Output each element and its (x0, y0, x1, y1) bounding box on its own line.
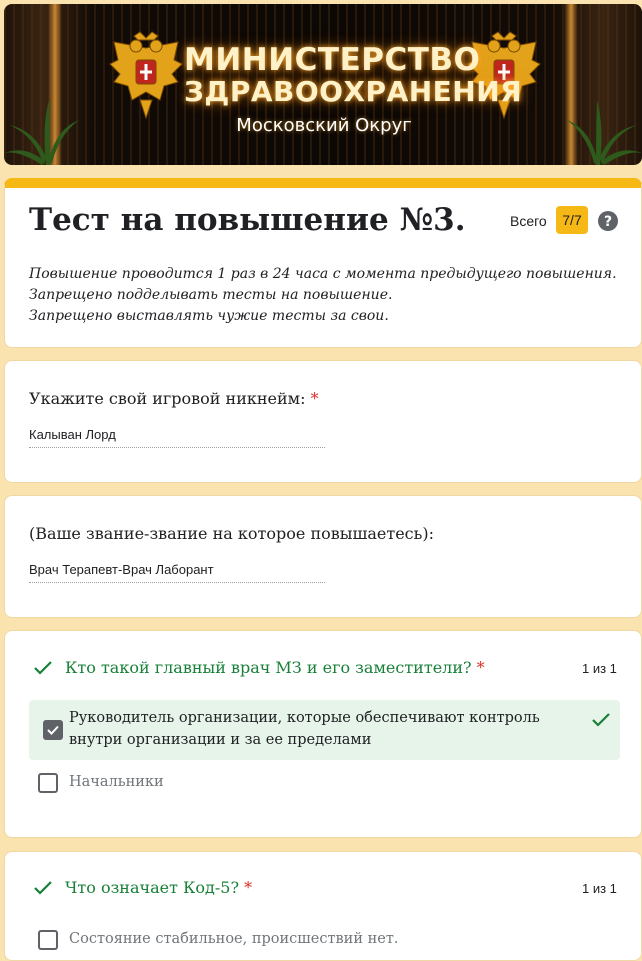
question-text: Что означает Код-5? (65, 878, 240, 897)
option-text: Состояние стабильное, происшествий нет. (69, 931, 399, 947)
check-icon (34, 661, 52, 675)
question-points: 1 из 1 (582, 661, 617, 676)
form-header-card: Тест на повышение №3. Всего 7/7 ? Повыше… (4, 178, 642, 348)
correct-check-icon (592, 713, 610, 727)
checkbox-unchecked[interactable] (38, 773, 58, 793)
header-banner: МИНИСТЕРСТВО ЗДРАВООХРАНЕНИЯ Московский … (4, 4, 642, 165)
question-card-chief-doctor: Кто такой главный врач МЗ и его заместит… (4, 630, 642, 838)
option-text-line: Руководитель организации, которые обеспе… (69, 710, 540, 726)
eagle-emblem-left-icon (109, 31, 183, 120)
required-marker: * (244, 878, 253, 897)
check-icon (34, 881, 52, 895)
question-card-nickname: Укажите свой игровой никнейм: * Калыван … (4, 360, 642, 483)
question-label: Кто такой главный врач МЗ и его заместит… (65, 658, 485, 677)
option-correct[interactable]: Руководитель организации, которые обеспе… (29, 700, 620, 760)
plant-left-icon (4, 100, 79, 165)
form-title: Тест на повышение №3. (29, 202, 466, 238)
option-text: Руководитель организации, которые обеспе… (69, 707, 540, 751)
answer-text: Калыван Лорд (29, 427, 325, 448)
question-text: Кто такой главный врач МЗ и его заместит… (65, 658, 472, 677)
description-line: Запрещено подделывать тесты на повышение… (29, 287, 393, 303)
form-description: Повышение проводится 1 раз в 24 часа с м… (29, 264, 617, 327)
required-marker: * (310, 389, 319, 408)
banner-title-line1: МИНИСТЕРСТВО (184, 42, 481, 78)
question-label: Что означает Код-5? * (65, 878, 252, 897)
question-card-rank: (Ваше звание-звание на которое повышаете… (4, 495, 642, 618)
question-card-code5: Что означает Код-5? * 1 из 1 Состояние с… (4, 851, 642, 961)
description-line: Повышение проводится 1 раз в 24 часа с м… (29, 266, 617, 282)
total-score-label: Всего (510, 213, 547, 229)
question-label: Укажите свой игровой никнейм: * (29, 389, 319, 408)
checkbox-unchecked[interactable] (38, 930, 58, 950)
option-text-line: внутри организации и за ее пределами (69, 732, 372, 748)
score-badge: 7/7 (556, 206, 588, 234)
answer-text: Врач Терапевт-Врач Лаборант (29, 562, 325, 583)
svg-text:?: ? (604, 214, 612, 230)
banner-title-line2: ЗДРАВООХРАНЕНИЯ (184, 75, 523, 108)
check-icon (47, 725, 59, 735)
option-text: Начальники (69, 774, 164, 790)
description-line: Запрещено выставлять чужие тесты за свои… (29, 308, 389, 324)
question-points: 1 из 1 (582, 881, 617, 896)
checkbox-checked[interactable] (43, 720, 63, 740)
question-label: (Ваше звание-звание на которое повышаете… (29, 524, 434, 543)
plant-right-icon (567, 100, 642, 165)
help-icon[interactable]: ? (597, 210, 619, 232)
banner-subtitle: Московский Округ (236, 115, 412, 136)
required-marker: * (476, 658, 485, 677)
question-text: Укажите свой игровой никнейм: (29, 389, 306, 408)
